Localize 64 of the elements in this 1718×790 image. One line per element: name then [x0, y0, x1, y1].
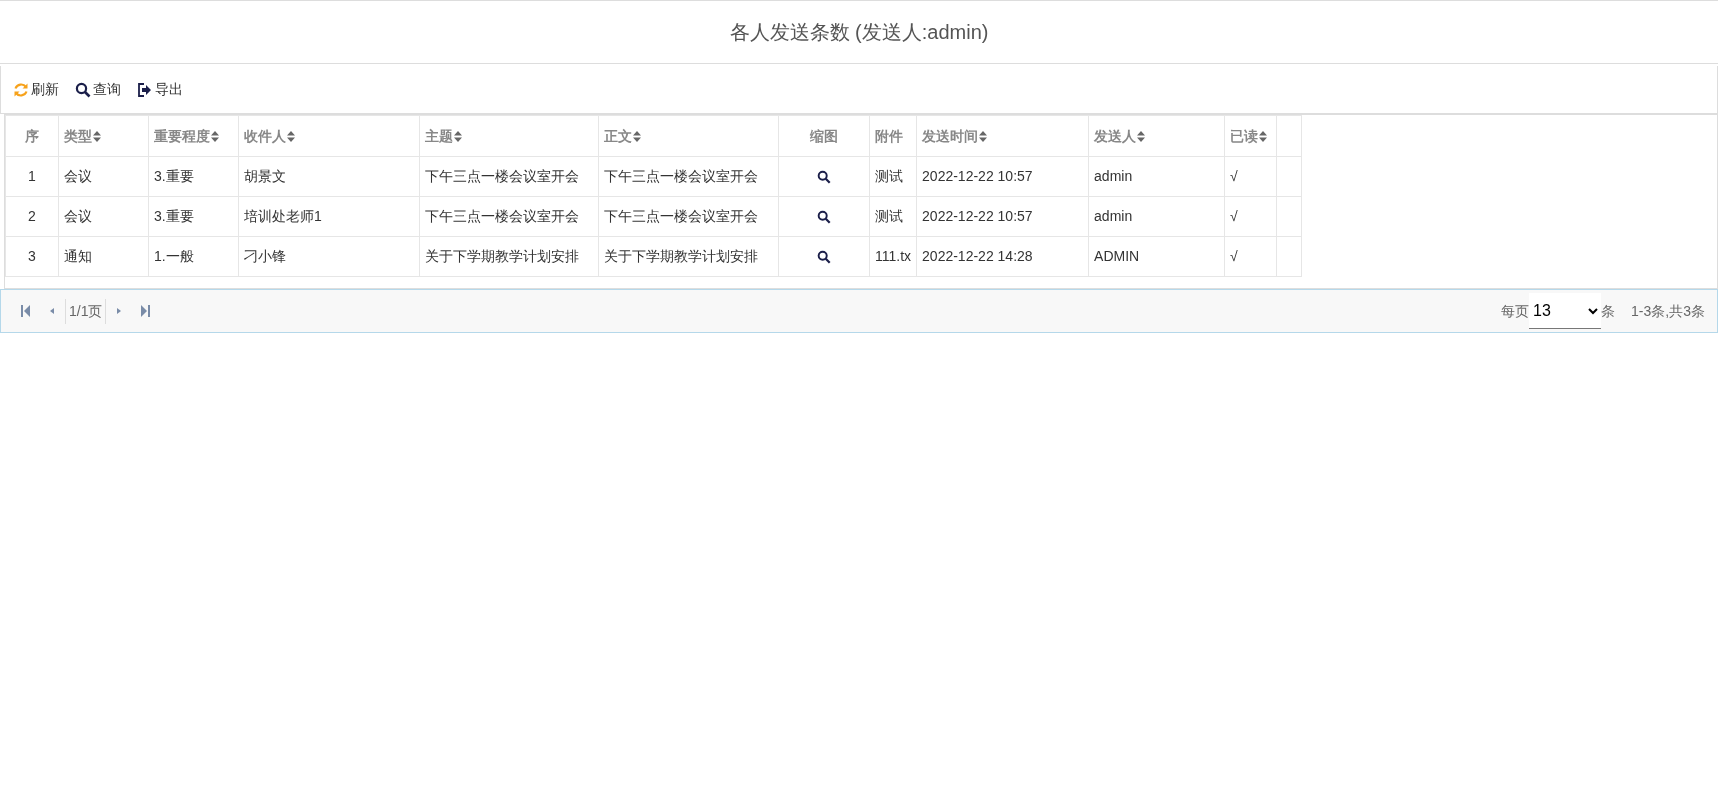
table-cell: 下午三点一楼会议室开会: [425, 208, 579, 224]
toolbar-button[interactable]: 导出: [137, 79, 183, 100]
export-icon: [137, 81, 153, 98]
table-cell: 刁小锋: [244, 248, 286, 264]
column-header[interactable]: 主题: [425, 127, 453, 144]
table-cell: 111.tx: [875, 248, 912, 264]
sort-icon[interactable]: [1137, 131, 1146, 143]
table-cell: √: [1230, 248, 1238, 264]
column-header[interactable]: 收件人: [244, 127, 286, 144]
sort-icon[interactable]: [633, 131, 641, 143]
search-icon[interactable]: [817, 210, 831, 225]
search-icon[interactable]: [817, 170, 831, 185]
sort-icon[interactable]: [93, 131, 101, 143]
column-header: 缩图: [810, 127, 838, 144]
table-cell: ADMIN: [1094, 248, 1140, 264]
table-cell: 2022-12-22 10:57: [922, 168, 1033, 184]
record-summary: 1-3条,共3条: [1631, 301, 1705, 321]
table-cell: 关于下学期教学计划安排: [604, 248, 758, 264]
table-cell: 2022-12-22 10:57: [922, 208, 1033, 224]
per-page-select[interactable]: 13: [1529, 293, 1602, 329]
per-page-unit: 条: [1601, 301, 1616, 321]
table-cell: 3: [28, 248, 36, 264]
per-page-label: 每页: [1501, 301, 1530, 321]
table-cell: 通知: [64, 248, 92, 264]
sort-icon[interactable]: [211, 131, 219, 143]
toolbar-button[interactable]: 查询: [75, 79, 121, 100]
table-cell: 3.重要: [154, 208, 194, 224]
table-cell: 2022-12-22 14:28: [922, 248, 1033, 264]
table-cell: 下午三点一楼会议室开会: [604, 208, 758, 224]
refresh-icon: [13, 81, 29, 98]
table-cell: 1.一般: [154, 248, 194, 264]
table-cell: 2: [28, 208, 36, 224]
table-cell: 1: [28, 168, 36, 184]
table-cell: admin: [1094, 168, 1133, 184]
toolbar-button[interactable]: 刷新: [13, 79, 59, 100]
table-cell: 会议: [64, 208, 92, 224]
search-icon[interactable]: [817, 250, 831, 265]
column-header: 附件: [875, 127, 903, 144]
column-header[interactable]: 发送人: [1094, 127, 1137, 144]
page-title: 各人发送条数 (发送人:admin): [729, 20, 989, 45]
column-header: 序: [25, 127, 39, 144]
table-cell: 测试: [875, 208, 903, 224]
table-cell: 下午三点一楼会议室开会: [425, 168, 579, 184]
table-cell: admin: [1094, 208, 1133, 224]
last-page-icon: [140, 305, 151, 317]
first-page-icon: [21, 305, 31, 317]
page-indicator: 1/1页: [65, 298, 107, 324]
table-cell: 下午三点一楼会议室开会: [604, 168, 758, 184]
search-icon: [75, 81, 91, 98]
table-cell: √: [1230, 168, 1238, 184]
sort-icon[interactable]: [1259, 131, 1268, 143]
table-cell: 3.重要: [154, 168, 194, 184]
table-cell: 会议: [64, 168, 92, 184]
column-header[interactable]: 类型: [64, 127, 92, 144]
table-cell: √: [1230, 208, 1238, 224]
sort-icon[interactable]: [454, 131, 462, 143]
column-header[interactable]: 正文: [604, 127, 632, 144]
table-cell: 胡景文: [244, 168, 286, 184]
sort-icon[interactable]: [287, 131, 295, 143]
sort-icon[interactable]: [979, 131, 988, 143]
column-header[interactable]: 发送时间: [922, 127, 979, 144]
table-cell: 测试: [875, 168, 903, 184]
table-cell: 关于下学期教学计划安排: [425, 248, 579, 264]
table-cell: 培训处老师1: [244, 208, 322, 224]
